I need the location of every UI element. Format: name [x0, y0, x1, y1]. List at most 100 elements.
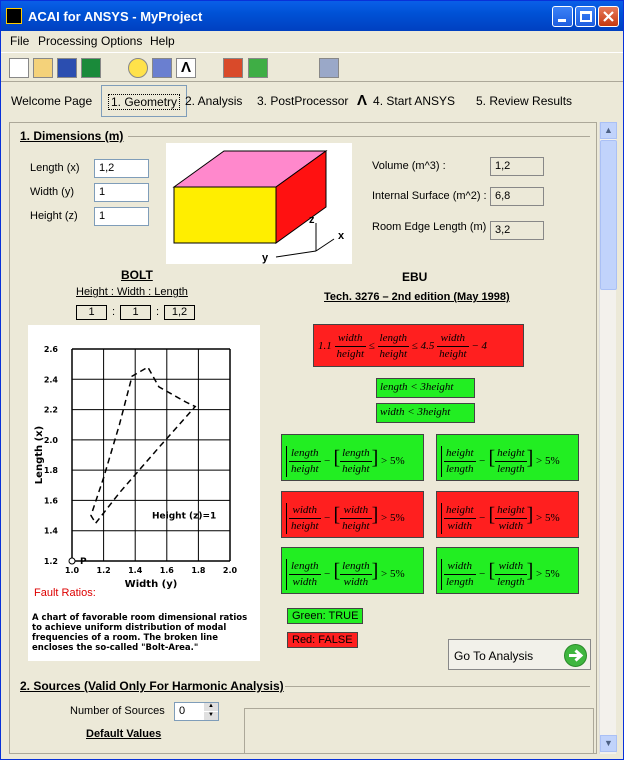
fraction: length width — [340, 559, 372, 590]
menu-help[interactable]: Help — [150, 34, 175, 48]
axis-y-label: y — [262, 252, 269, 264]
denominator: width — [498, 519, 524, 532]
ebu-ratio-criterion: width height − [width height] > 5% — [281, 491, 424, 538]
ebu-ratio-criterion: height length − [height length] > 5% — [436, 434, 579, 481]
axis-z-label: z — [309, 214, 315, 226]
maximize-button[interactable] — [575, 6, 596, 27]
minus-sign: − — [478, 455, 486, 467]
denominator: length — [446, 462, 474, 475]
go-to-analysis-label: Go To Analysis — [454, 649, 534, 663]
tab-start-ansys[interactable]: Λ 4. Start ANSYS — [351, 85, 461, 117]
stepper-down-icon[interactable]: ▼ — [204, 712, 218, 720]
bracket: ] — [371, 504, 379, 526]
y-tick-label: 2.6 — [44, 345, 59, 354]
minimize-button[interactable] — [552, 6, 573, 27]
bracket: ] — [371, 560, 379, 582]
bolt-caption: A chart of favorable room dimensional ra… — [32, 613, 248, 653]
save-as-icon[interactable] — [81, 58, 101, 78]
tab-geometry[interactable]: 1. Geometry — [101, 85, 188, 117]
room-box-illustration: z x y — [166, 143, 352, 264]
vertical-scrollbar[interactable]: ▲ ▼ — [599, 122, 617, 754]
denominator: width — [292, 575, 317, 588]
numerator: length — [289, 559, 321, 575]
calculator-icon[interactable] — [319, 58, 339, 78]
menu-options[interactable]: Options — [101, 34, 142, 48]
fraction: height width — [495, 503, 527, 534]
formula-text: − 4 — [471, 340, 488, 352]
denominator: height — [336, 347, 365, 360]
fraction: width height — [340, 503, 372, 534]
ebu-ratio-criterion: width length − [width length] > 5% — [436, 547, 579, 594]
y-axis-label: Length (x) — [34, 426, 45, 484]
bracket: ] — [371, 447, 379, 469]
tab-strip: Welcome Page 1. Geometry 2. Analysis 3. … — [1, 83, 623, 119]
menu-bar: File Processing Options Help — [1, 31, 623, 51]
height-input[interactable]: 1 — [94, 207, 149, 226]
y-tick-label: 2.2 — [44, 406, 58, 415]
height-label: Height (z) — [30, 210, 78, 222]
width-input[interactable]: 1 — [94, 183, 149, 202]
new-file-icon[interactable] — [9, 58, 29, 78]
fraction: length height — [286, 445, 321, 477]
menu-file[interactable]: File — [10, 34, 29, 48]
x-axis-label: Width (y) — [125, 579, 178, 590]
tab-review-results[interactable]: 5. Review Results — [470, 85, 578, 117]
close-button[interactable] — [598, 6, 619, 27]
fault-ratios-label: Fault Ratios: — [34, 587, 96, 599]
house-green-icon[interactable] — [248, 58, 268, 78]
edge-length-label: Room Edge Length (m) — [372, 221, 487, 233]
default-values-link[interactable]: Default Values — [86, 728, 161, 740]
tab-analysis[interactable]: 2. Analysis — [179, 85, 248, 117]
settings-icon[interactable] — [128, 58, 148, 78]
ebu-ratio-criterion: height width − [height width] > 5% — [436, 491, 579, 538]
volume-value: 1,2 — [490, 157, 544, 176]
window-title: ACAI for ANSYS - MyProject — [28, 9, 203, 24]
bracket: [ — [488, 504, 496, 526]
bolt-title: BOLT — [121, 268, 153, 282]
percent-threshold: > 5% — [381, 455, 405, 467]
numerator: width — [289, 503, 321, 519]
app-icon — [6, 8, 22, 24]
tab-start-ansys-label: 4. Start ANSYS — [373, 94, 456, 108]
arrow-right-icon — [564, 644, 587, 667]
menu-processing[interactable]: Processing — [38, 34, 97, 48]
formula-text: ≤ 4.5 — [411, 340, 435, 352]
minus-sign: − — [323, 568, 331, 580]
denominator: length — [497, 462, 525, 475]
numerator: length — [340, 559, 372, 575]
bracket: [ — [488, 447, 496, 469]
minus-sign: − — [323, 455, 331, 467]
go-to-analysis-button[interactable]: Go To Analysis — [448, 639, 591, 670]
scroll-down-icon[interactable]: ▼ — [600, 735, 617, 752]
numerator: height — [444, 503, 476, 519]
app-window: ACAI for ANSYS - MyProject File Processi… — [0, 0, 624, 760]
formula-text: 1.1 — [318, 340, 332, 352]
ansys-icon[interactable]: Λ — [176, 58, 196, 78]
denominator: height — [291, 519, 319, 532]
tab-postprocessor[interactable]: 3. PostProcessor — [251, 85, 354, 117]
fraction: width length — [495, 559, 527, 590]
dimensions-section-title: 1. Dimensions (m) — [20, 129, 124, 143]
bolt-chart-svg: 2.6 2.4 2.2 2.0 1.8 1.6 1.4 1.2 1.0 1.2 1.4 1.6 1.8 2… — [34, 345, 238, 590]
y-tick-label: 1.4 — [44, 527, 59, 536]
num-sources-stepper[interactable]: 0 ▲ ▼ — [174, 702, 219, 721]
ebu-criterion-3: width < 3height — [376, 403, 475, 423]
scroll-up-icon[interactable]: ▲ — [600, 122, 617, 139]
y-tick-label: 1.2 — [44, 557, 58, 566]
length-input[interactable]: 1,2 — [94, 159, 149, 178]
scroll-thumb[interactable] — [600, 140, 617, 290]
y-tick-label: 2.0 — [44, 436, 59, 445]
numerator: height — [444, 446, 476, 462]
save-icon[interactable] — [57, 58, 77, 78]
x-tick-label: 1.8 — [191, 566, 206, 575]
stepper-up-icon[interactable]: ▲ — [204, 703, 218, 711]
book-icon[interactable] — [152, 58, 172, 78]
fraction: width height — [334, 331, 366, 362]
house-red-icon[interactable] — [223, 58, 243, 78]
divider — [128, 136, 590, 137]
percent-threshold: > 5% — [536, 568, 560, 580]
open-file-icon[interactable] — [33, 58, 53, 78]
numerator: length — [340, 446, 372, 462]
tab-welcome[interactable]: Welcome Page — [5, 85, 98, 117]
denominator: height — [291, 462, 319, 475]
